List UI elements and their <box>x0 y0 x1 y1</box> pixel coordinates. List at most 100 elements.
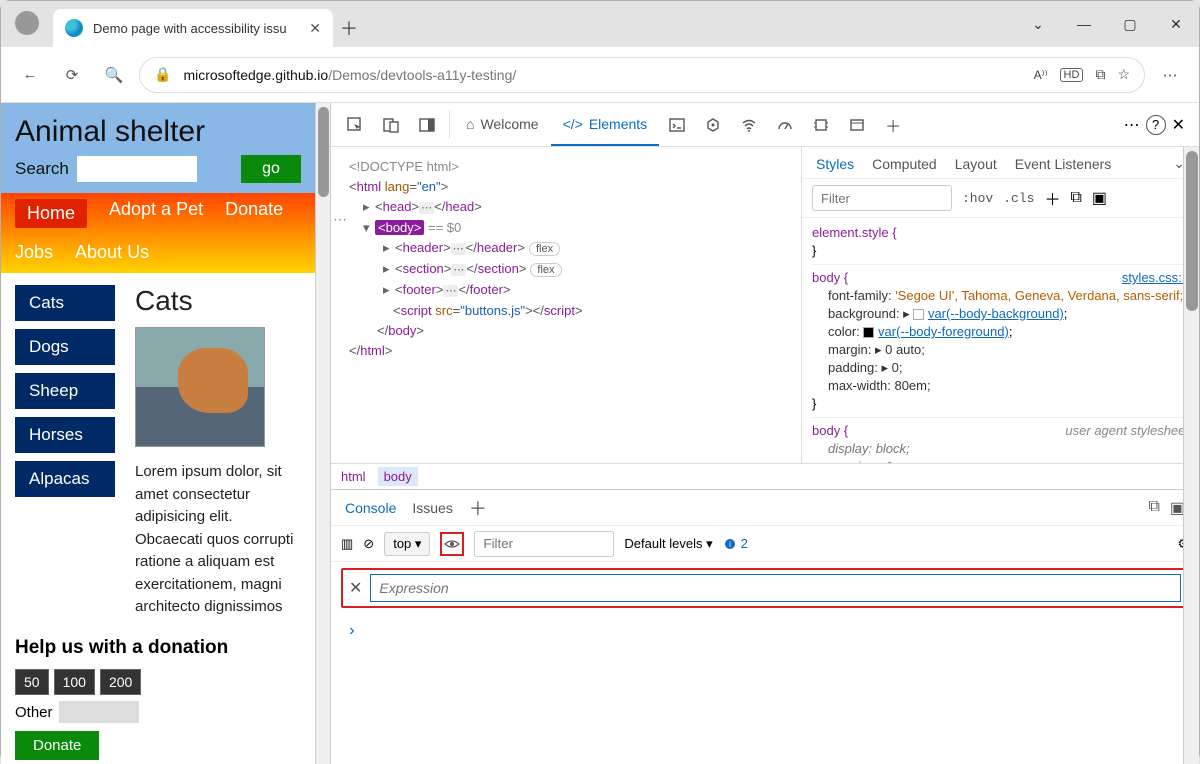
new-tab-button[interactable]: ＋ <box>333 12 365 44</box>
window-titlebar: Demo page with accessibility issu ✕ ＋ ⌄ … <box>1 1 1199 47</box>
lock-icon: 🔒 <box>154 66 171 83</box>
dom-gutter-icon: ⋯ <box>333 209 348 229</box>
drawer-tab-issues[interactable]: Issues <box>412 500 452 516</box>
memory-icon[interactable] <box>803 103 839 146</box>
browser-toolbar: ← ⟳ 🔍 🔒 microsoftedge.github.io/Demos/de… <box>1 47 1199 103</box>
devtools-scrollbar[interactable] <box>1183 147 1199 764</box>
crumb-body[interactable]: body <box>378 467 418 486</box>
tab-elements[interactable]: </> Elements <box>551 103 660 146</box>
amount-100[interactable]: 100 <box>54 669 95 695</box>
more-tabs-button[interactable]: ＋ <box>875 103 911 146</box>
styles-pane: Styles Computed Layout Event Listeners ⌄… <box>801 147 1199 463</box>
inspect-icon[interactable] <box>337 103 373 146</box>
sidebar-item-horses[interactable]: Horses <box>15 417 115 453</box>
maximize-button[interactable]: ▢ <box>1107 1 1153 47</box>
go-button[interactable]: go <box>241 155 301 183</box>
live-expression-input[interactable] <box>370 574 1181 602</box>
console-sidebar-icon[interactable]: ▥ <box>341 536 353 552</box>
nav-jobs[interactable]: Jobs <box>15 242 53 263</box>
sidebar-item-sheep[interactable]: Sheep <box>15 373 115 409</box>
screenshot-icon[interactable]: ⧉ <box>1095 66 1105 83</box>
console-drawer: Console Issues ＋ ⧉ ▣ ▥ ⊘ top ▾ Default l… <box>331 489 1199 764</box>
profile-avatar[interactable] <box>15 11 39 35</box>
copy-styles-icon[interactable]: ⧉ <box>1070 189 1081 207</box>
computed-panel-icon[interactable]: ▣ <box>1092 188 1107 208</box>
amount-50[interactable]: 50 <box>15 669 49 695</box>
search-button[interactable]: 🔍 <box>97 58 131 92</box>
other-amount-input[interactable] <box>59 701 139 723</box>
main-heading: Cats <box>135 285 301 317</box>
window-controls: ⌄ — ▢ ✕ <box>1015 1 1199 47</box>
sidebar-item-dogs[interactable]: Dogs <box>15 329 115 365</box>
live-expression-icon[interactable] <box>440 532 464 556</box>
refresh-button[interactable]: ⟳ <box>55 58 89 92</box>
log-levels-selector[interactable]: Default levels ▾ <box>624 536 712 552</box>
svg-text:i: i <box>729 540 731 549</box>
rendered-page: Animal shelter Search go Home Adopt a Pe… <box>1 103 315 764</box>
stylesheet-link[interactable]: styles.css:1 <box>1122 269 1189 287</box>
context-selector[interactable]: top ▾ <box>384 532 430 556</box>
console-clear-icon[interactable]: ⊘ <box>363 536 374 552</box>
home-icon: ⌂ <box>466 116 474 132</box>
devtools-more-icon[interactable]: ⋯ <box>1124 115 1140 135</box>
styles-tab-computed[interactable]: Computed <box>872 156 937 172</box>
code-icon: </> <box>563 116 583 132</box>
network-icon[interactable] <box>731 103 767 146</box>
new-style-icon[interactable]: ＋ <box>1044 186 1060 210</box>
url-text: microsoftedge.github.io/Demos/devtools-a… <box>183 67 1021 83</box>
crumb-html[interactable]: html <box>341 469 366 484</box>
menu-button[interactable]: ⋯ <box>1153 58 1187 92</box>
hov-toggle[interactable]: :hov <box>962 191 993 206</box>
browser-tab[interactable]: Demo page with accessibility issu ✕ <box>53 9 333 47</box>
nav-donate[interactable]: Donate <box>225 199 283 228</box>
tab-welcome[interactable]: ⌂ Welcome <box>454 103 551 146</box>
styles-filter-input[interactable] <box>812 185 952 211</box>
nav-about[interactable]: About Us <box>75 242 149 263</box>
address-bar[interactable]: 🔒 microsoftedge.github.io/Demos/devtools… <box>139 57 1145 93</box>
donate-button[interactable]: Donate <box>15 731 99 760</box>
sidebar-item-cats[interactable]: Cats <box>15 285 115 321</box>
favorite-icon[interactable]: ☆ <box>1117 66 1130 83</box>
performance-icon[interactable] <box>767 103 803 146</box>
edge-icon <box>65 19 83 37</box>
search-label: Search <box>15 159 69 179</box>
back-button[interactable]: ← <box>13 58 47 92</box>
drawer-dock-icon[interactable]: ⧉ <box>1148 498 1159 518</box>
page-scrollbar[interactable] <box>315 103 330 764</box>
console-icon[interactable] <box>659 103 695 146</box>
site-search-input[interactable] <box>77 156 197 182</box>
nav-adopt[interactable]: Adopt a Pet <box>109 199 203 228</box>
dock-icon[interactable] <box>409 103 445 146</box>
sidebar-item-alpacas[interactable]: Alpacas <box>15 461 115 497</box>
issues-count[interactable]: i 2 <box>723 536 748 551</box>
application-icon[interactable] <box>839 103 875 146</box>
drawer-tab-console[interactable]: Console <box>345 500 396 516</box>
styles-tab-event[interactable]: Event Listeners <box>1015 156 1112 172</box>
read-aloud-icon[interactable]: A⁾⁾ <box>1034 68 1048 82</box>
close-expression-icon[interactable]: ✕ <box>349 578 362 598</box>
styles-tab-layout[interactable]: Layout <box>955 156 997 172</box>
main-paragraph: Lorem ipsum dolor, sit amet consectetur … <box>135 461 301 619</box>
main-nav: Home Adopt a Pet Donate Jobs About Us <box>1 193 315 273</box>
help-icon[interactable]: ? <box>1146 115 1166 135</box>
dom-tree[interactable]: ⋯ <!DOCTYPE html> <html lang="en"> ▸<hea… <box>331 147 801 463</box>
amount-200[interactable]: 200 <box>100 669 141 695</box>
device-toggle-icon[interactable] <box>373 103 409 146</box>
help-heading: Help us with a donation <box>15 637 301 660</box>
console-prompt[interactable]: › <box>341 618 1189 644</box>
console-filter-input[interactable] <box>474 531 614 557</box>
devtools-close-icon[interactable]: ✕ <box>1172 115 1185 135</box>
chevron-down-icon[interactable]: ⌄ <box>1015 1 1061 47</box>
drawer-add-tab[interactable]: ＋ <box>469 495 487 521</box>
close-window-button[interactable]: ✕ <box>1153 1 1199 47</box>
styles-tab-styles[interactable]: Styles <box>816 156 854 172</box>
minimize-button[interactable]: — <box>1061 1 1107 47</box>
sources-icon[interactable] <box>695 103 731 146</box>
nav-home[interactable]: Home <box>15 199 87 228</box>
close-tab-icon[interactable]: ✕ <box>309 20 321 37</box>
cls-toggle[interactable]: .cls <box>1003 191 1034 206</box>
breadcrumb: html body <box>331 463 1199 489</box>
live-expression-row: ✕ <box>341 568 1189 608</box>
hd-icon[interactable]: HD <box>1060 68 1084 82</box>
cat-image <box>135 327 265 447</box>
